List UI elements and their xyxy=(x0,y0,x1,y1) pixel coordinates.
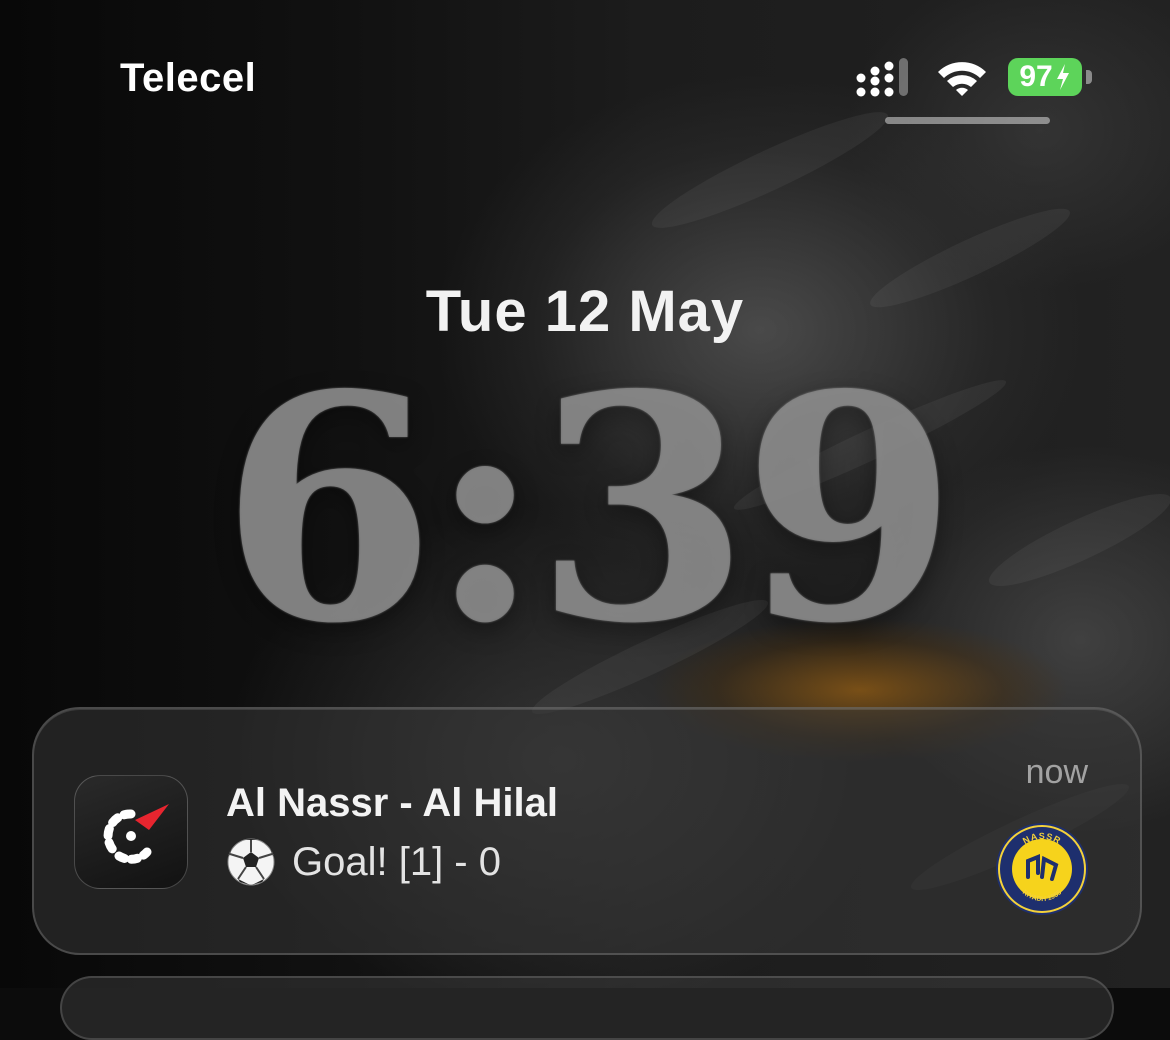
battery-percent: 97 xyxy=(1019,60,1053,93)
notification-time: now xyxy=(1025,753,1088,791)
status-bar: Telecel 97 xyxy=(0,0,1170,130)
carrier-label: Telecel xyxy=(120,56,257,100)
dynamic-indicator-bar xyxy=(885,117,1050,124)
notification-card[interactable]: Al Nassr - Al Hilal Goal! [1] - 0 now NA… xyxy=(32,707,1142,955)
soccer-ball-icon xyxy=(227,838,275,886)
lock-screen-clock: 6:39 xyxy=(220,328,958,692)
al-nassr-crest-icon: NASSR RIYADH 1955 xyxy=(996,823,1088,915)
next-notification-card[interactable] xyxy=(60,976,1114,1040)
speedometer-icon xyxy=(103,804,169,864)
notification-body: Goal! [1] - 0 xyxy=(226,837,501,887)
notification-body-text: Goal! [1] - 0 xyxy=(292,839,501,884)
wifi-icon xyxy=(938,62,986,96)
bolt-icon xyxy=(1056,64,1069,90)
battery-cap xyxy=(1086,70,1092,84)
sports-app-icon xyxy=(74,775,188,889)
battery-indicator: 97 xyxy=(1008,58,1094,96)
battery-fill: 97 xyxy=(1008,58,1082,96)
notification-title: Al Nassr - Al Hilal xyxy=(226,781,558,825)
cellular-signal-icon xyxy=(856,58,908,97)
